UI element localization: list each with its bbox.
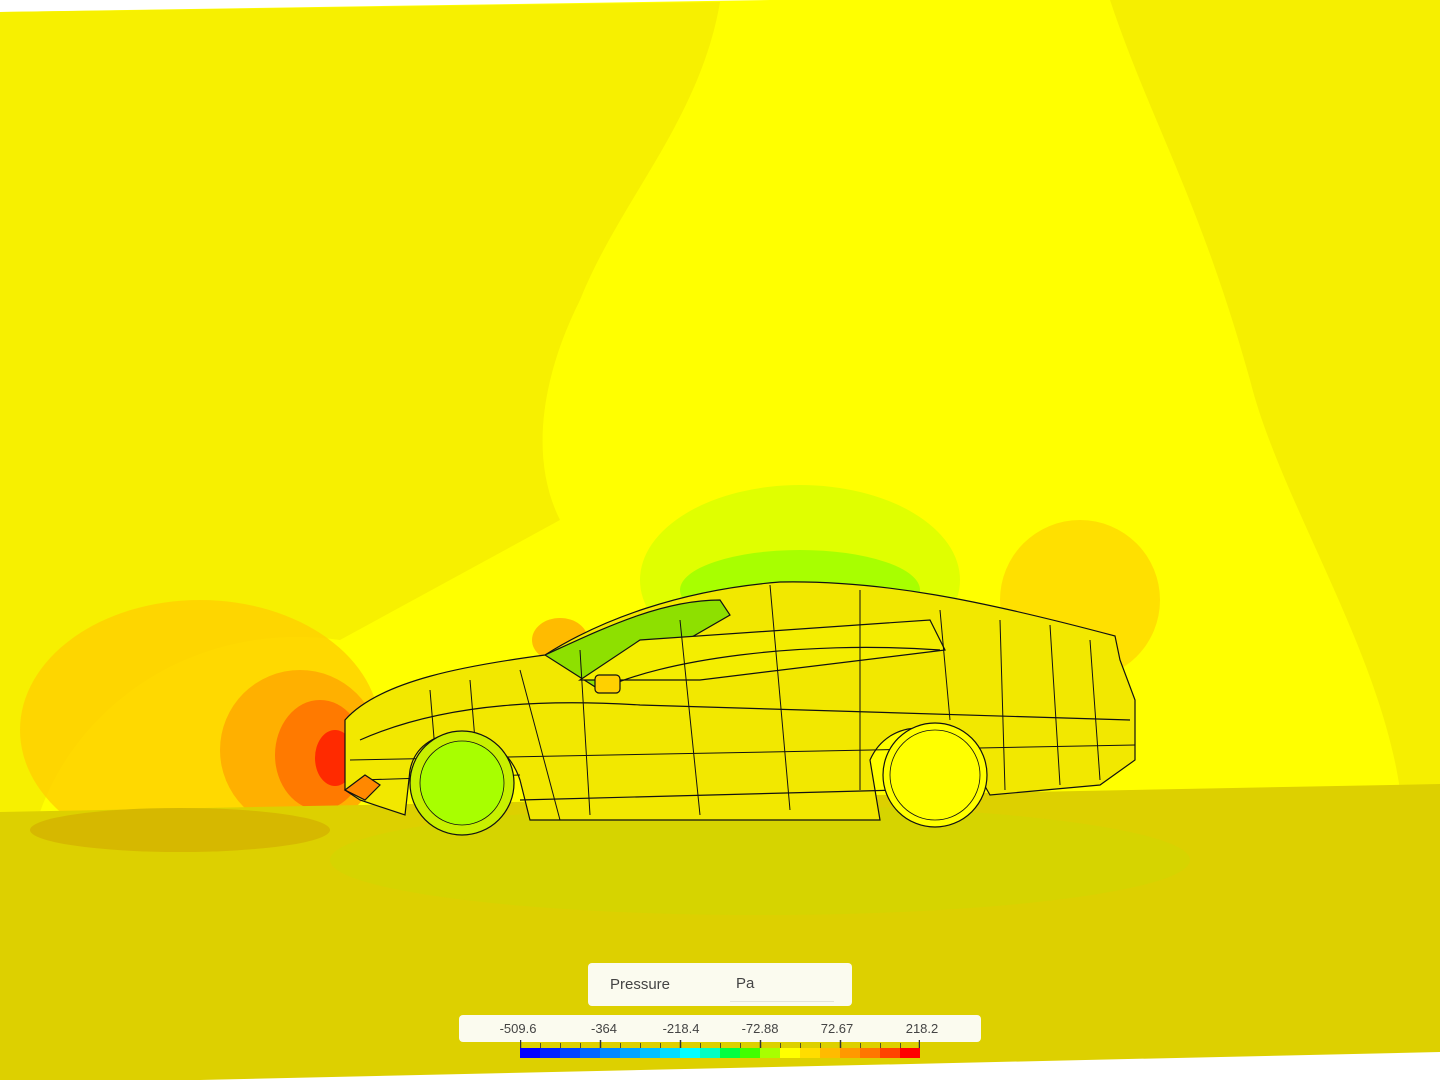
colorbar-segment — [660, 1048, 680, 1058]
colorbar-segment — [700, 1048, 720, 1058]
colorbar-segment — [780, 1048, 800, 1058]
colorbar-segment — [760, 1048, 780, 1058]
colorbar — [520, 1048, 920, 1058]
colorbar-segment — [880, 1048, 900, 1058]
colorbar-segment — [620, 1048, 640, 1058]
unit-underline — [730, 1001, 834, 1002]
tick-label: -218.4 — [662, 1021, 700, 1036]
legend-title: Pressure — [610, 976, 671, 993]
colorbar-segment — [740, 1048, 760, 1058]
colorbar-segment — [900, 1048, 920, 1058]
tick-label: -509.6 — [499, 1021, 537, 1036]
colorbar-segment — [720, 1048, 740, 1058]
legend-title-box: Pressure Pa — [588, 963, 852, 1006]
colorbar-segment — [680, 1048, 700, 1058]
tick-label: -72.88 — [741, 1021, 779, 1036]
legend-ticks-box: -509.6 -364 -218.4 -72.88 72.67 218.2 — [459, 1015, 981, 1042]
colorbar-segment — [860, 1048, 880, 1058]
tick-label: 218.2 — [905, 1021, 939, 1036]
colorbar-segment — [820, 1048, 840, 1058]
colorbar-segment — [560, 1048, 580, 1058]
colorbar-segment — [520, 1048, 540, 1058]
colorbar-segment — [580, 1048, 600, 1058]
colorbar-segment — [840, 1048, 860, 1058]
tick-label: -364 — [590, 1021, 618, 1036]
cfd-viewport[interactable] — [0, 0, 1440, 1080]
colorbar-ticks — [520, 1040, 920, 1048]
colorbar-segment — [540, 1048, 560, 1058]
legend-unit[interactable]: Pa — [736, 975, 754, 992]
colorbar-segment — [800, 1048, 820, 1058]
colorbar-segment — [640, 1048, 660, 1058]
colorbar-segment — [600, 1048, 620, 1058]
tick-label: 72.67 — [820, 1021, 854, 1036]
